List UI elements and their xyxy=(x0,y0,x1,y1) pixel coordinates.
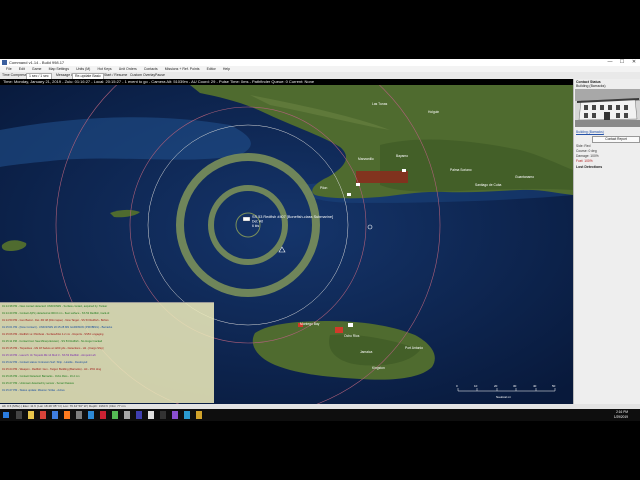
svg-text:10: 10 xyxy=(474,384,478,388)
log-line: 01:14:40 PM - Contact A(PL) detected at … xyxy=(2,312,110,315)
svg-text:Nautical mi: Nautical mi xyxy=(496,395,511,399)
unit-marker xyxy=(356,183,360,186)
place-label: Montego Bay xyxy=(300,322,320,326)
log-line: 01:15:22 PM - Contact status: Unknown Su… xyxy=(2,361,88,364)
svg-text:40: 40 xyxy=(533,384,537,388)
contact-photo xyxy=(575,89,640,127)
place-label: Palma Soriano xyxy=(450,168,472,172)
log-line: 01:15:01 PM - [New Contact] - UNKNOWN 20… xyxy=(2,326,113,329)
place-label: Guantanamo xyxy=(515,175,534,179)
window-title: Command v1.14 - Build 998.17 xyxy=(9,60,65,65)
obs-icon[interactable] xyxy=(172,411,178,419)
place-label: Holguin xyxy=(428,110,439,114)
log-line: 01:15:19 PM - Launch: 3x Torpedo Mk 14 M… xyxy=(2,354,96,357)
unit-marker xyxy=(348,323,353,327)
svg-text:50: 50 xyxy=(552,384,556,388)
place-label: Pilon xyxy=(320,186,327,190)
clock-time: 2:16 PM xyxy=(616,410,628,414)
info-side: Side: Red xyxy=(576,144,591,148)
app-icon[interactable] xyxy=(184,411,190,419)
command-app-icon[interactable] xyxy=(148,411,154,419)
unit-marker xyxy=(402,169,406,172)
svg-text:20: 20 xyxy=(494,384,498,388)
chrome-icon[interactable] xyxy=(40,411,46,419)
place-label: Las Tunas xyxy=(372,102,388,106)
info-fuel: Fuel: 100% xyxy=(576,159,593,163)
contact-link[interactable]: Building (Barracks) xyxy=(576,130,604,134)
log-line: 01:14:50 PM - Gun Barrel - Det. ZR 48 (0… xyxy=(2,319,109,322)
system-clock[interactable]: 2:16 PM 1/29/2019 xyxy=(614,410,628,419)
contact-sub2: 6 kts xyxy=(252,224,259,228)
panel-subtitle: Building (Barracks) xyxy=(576,84,606,88)
minimize-button[interactable]: — xyxy=(604,59,616,66)
place-label: Bayamo xyxy=(396,154,408,158)
app-icon[interactable] xyxy=(76,411,82,419)
start-resume-button[interactable]: Start / Resume xyxy=(104,73,127,78)
edge-icon[interactable] xyxy=(52,411,58,419)
pause-button[interactable]: Pause xyxy=(155,73,165,78)
firefox-icon[interactable] xyxy=(64,411,70,419)
place-label: Jamaica xyxy=(360,350,372,354)
info-course: Course: 0 deg xyxy=(576,149,597,153)
place-label: Santiago de Cuba xyxy=(475,183,502,187)
log-line: 01:15:24 PM - Weapon - Redfish: Gun - Ta… xyxy=(2,368,102,371)
clock-date: 1/29/2019 xyxy=(613,414,628,419)
contact-sub1: Det: Alt xyxy=(252,220,263,224)
search-icon[interactable] xyxy=(16,411,22,419)
log-line: 01:15:06 PM - Redfish vs: Pilotboat - Su… xyxy=(2,333,104,336)
app-icon[interactable] xyxy=(196,411,202,419)
maximize-button[interactable]: ☐ xyxy=(616,59,628,66)
log-line: 01:15:26 PM - Contact Detected: Barracks… xyxy=(2,375,80,378)
windows-taskbar: 2:16 PM 1/29/2019 xyxy=(0,409,640,421)
app-icon[interactable] xyxy=(124,411,130,419)
message-log-panel[interactable]: 01:14:38 PM - New contact detected: UNKN… xyxy=(0,302,214,403)
log-line: 01:15:11 PM - Contact lost: Sea Mine(unk… xyxy=(2,340,103,343)
place-label: Kingston xyxy=(372,366,385,370)
target-zone xyxy=(356,171,408,183)
unit-marker xyxy=(347,193,351,196)
custom-overlay-button[interactable]: Custom Overlay xyxy=(130,73,155,78)
submarine-unit[interactable] xyxy=(242,216,251,222)
target-zone xyxy=(335,327,343,333)
app-icon[interactable] xyxy=(100,411,106,419)
place-label: Ocho Rios xyxy=(344,334,360,338)
lost-detections-header[interactable]: Lost Detections xyxy=(576,165,602,169)
contact-label: SS 53 Redfish #407 [Bonefish-class Subma… xyxy=(252,215,333,219)
svg-text:30: 30 xyxy=(513,384,517,388)
contact-report-button[interactable]: Contact Report xyxy=(592,136,640,143)
app-icon[interactable] xyxy=(88,411,94,419)
place-label: Manzanillo xyxy=(358,157,374,161)
app-icon[interactable] xyxy=(160,411,166,419)
close-button[interactable]: ✕ xyxy=(628,59,640,66)
app-icon[interactable] xyxy=(112,411,118,419)
info-damage: Damage: 100% xyxy=(576,154,599,158)
start-icon[interactable] xyxy=(3,412,9,418)
file-explorer-icon[interactable] xyxy=(28,411,34,419)
app-icon[interactable] xyxy=(136,411,142,419)
contact-side-panel: Contact Status Building (Barracks) Build… xyxy=(573,79,640,404)
log-line: 01:15:27 PM - Status update: Mission: St… xyxy=(2,389,65,392)
app-icon xyxy=(2,60,7,65)
log-line: 01:15:15 PM - Torpedoes - Mk 18 Salvos a… xyxy=(2,347,104,350)
log-line: 01:14:38 PM - New contact detected: UNKN… xyxy=(2,305,108,308)
log-line: 01:15:27 PM - Unknown detected by sensor… xyxy=(2,382,75,385)
place-label: Port Antonio xyxy=(405,346,423,350)
